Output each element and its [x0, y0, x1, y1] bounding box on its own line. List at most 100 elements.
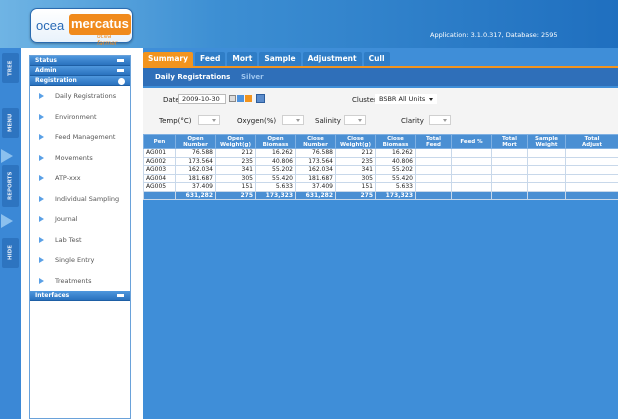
table-cell[interactable] — [565, 182, 618, 192]
salinity-select[interactable] — [344, 115, 366, 125]
tab-sample[interactable]: Sample — [259, 52, 301, 66]
column-header[interactable]: Sample Weight — [527, 134, 566, 149]
date-input[interactable]: 2009-10-30 — [178, 94, 226, 104]
column-header[interactable]: Pen — [143, 134, 176, 149]
table-cell[interactable]: 341 — [215, 165, 256, 175]
table-row[interactable]: AG003 162.034 341 55.202 162.034 341 55.202 — [143, 165, 618, 175]
table-cell[interactable] — [491, 182, 528, 192]
table-cell[interactable] — [415, 173, 452, 183]
table-cell[interactable]: 162.034 — [175, 165, 216, 175]
table-cell[interactable] — [527, 156, 566, 166]
table-cell[interactable]: 37.409 — [175, 182, 216, 192]
sidebar-item-treatments[interactable]: Treatments — [30, 271, 130, 292]
clarity-select[interactable] — [429, 115, 451, 125]
table-cell[interactable]: 151 — [215, 182, 256, 192]
calendar-today-icon[interactable] — [245, 95, 252, 102]
table-cell[interactable]: 76.588 — [175, 148, 216, 158]
table-cell[interactable]: 16.262 — [255, 148, 296, 158]
collapse-icon[interactable] — [117, 59, 124, 62]
sidebar-item-daily-registrations[interactable]: Daily Registrations — [30, 86, 130, 107]
collapse-icon[interactable] — [117, 294, 124, 297]
table-cell[interactable] — [491, 173, 528, 183]
sidebar-item-atp[interactable]: ATP-xxx — [30, 168, 130, 189]
column-header[interactable]: Close Weight(g) — [335, 134, 376, 149]
table-cell[interactable] — [565, 173, 618, 183]
calendar-nav-icon[interactable] — [237, 95, 244, 102]
table-cell[interactable]: 5.633 — [375, 182, 416, 192]
table-cell[interactable] — [565, 156, 618, 166]
column-header[interactable]: Feed % — [451, 134, 492, 149]
column-header[interactable]: Total Mort — [491, 134, 528, 149]
table-cell[interactable] — [415, 148, 452, 158]
table-cell[interactable]: 305 — [215, 173, 256, 183]
sidebar-section-admin[interactable]: Admin — [30, 66, 130, 76]
table-cell[interactable]: 173.564 — [295, 156, 336, 166]
table-cell[interactable] — [415, 165, 452, 175]
table-cell[interactable] — [451, 165, 492, 175]
table-cell[interactable]: 173.564 — [175, 156, 216, 166]
table-cell[interactable] — [451, 182, 492, 192]
table-cell[interactable]: 305 — [335, 173, 376, 183]
table-cell[interactable] — [527, 165, 566, 175]
table-cell[interactable]: 55.202 — [375, 165, 416, 175]
table-cell[interactable] — [491, 165, 528, 175]
column-header[interactable]: Total Feed — [415, 134, 452, 149]
column-header[interactable]: Open Number — [175, 134, 216, 149]
table-cell[interactable]: 162.034 — [295, 165, 336, 175]
sidebar-item-lab-test[interactable]: Lab Test — [30, 230, 130, 251]
collapse-icon[interactable] — [117, 69, 124, 72]
calendar-icon[interactable] — [256, 94, 265, 103]
table-cell[interactable] — [415, 156, 452, 166]
calendar-clear-icon[interactable] — [229, 95, 236, 102]
table-cell[interactable] — [527, 173, 566, 183]
sidebar-item-movements[interactable]: Movements — [30, 148, 130, 169]
sidebar-item-single-entry[interactable]: Single Entry — [30, 250, 130, 271]
reports-tab[interactable]: REPORTS — [2, 165, 19, 207]
tab-feed[interactable]: Feed — [195, 52, 226, 66]
table-cell[interactable]: 76.588 — [295, 148, 336, 158]
table-row[interactable]: AG005 37.409 151 5.633 37.409 151 5.633 — [143, 182, 618, 192]
table-cell[interactable]: 181.687 — [175, 173, 216, 183]
sidebar-item-journal[interactable]: Journal — [30, 209, 130, 230]
table-row[interactable]: AG001 76.588 212 16.262 76.588 212 16.262 — [143, 148, 618, 158]
table-cell[interactable] — [451, 156, 492, 166]
table-cell[interactable]: 235 — [335, 156, 376, 166]
sidebar-section-status[interactable]: Status — [30, 56, 130, 66]
table-cell[interactable]: 151 — [335, 182, 376, 192]
table-cell[interactable] — [565, 148, 618, 158]
table-cell[interactable]: 341 — [335, 165, 376, 175]
table-cell[interactable]: 5.633 — [255, 182, 296, 192]
table-cell[interactable]: 40.806 — [375, 156, 416, 166]
table-cell[interactable] — [527, 148, 566, 158]
table-cell[interactable]: 55.202 — [255, 165, 296, 175]
sidebar-item-environment[interactable]: Environment — [30, 107, 130, 128]
table-cell[interactable]: 212 — [335, 148, 376, 158]
cluster-select[interactable]: BSBR All Units — [375, 94, 437, 104]
table-cell[interactable]: 16.262 — [375, 148, 416, 158]
sidebar-item-individual-sampling[interactable]: Individual Sampling — [30, 189, 130, 210]
tab-summary[interactable]: Summary — [143, 52, 194, 66]
menu-tab[interactable]: MENU — [2, 108, 19, 138]
table-cell[interactable] — [565, 165, 618, 175]
column-header[interactable]: Open Weight(g) — [215, 134, 256, 149]
sidebar-item-feed-management[interactable]: Feed Management — [30, 127, 130, 148]
table-cell[interactable]: 212 — [215, 148, 256, 158]
tab-mort[interactable]: Mort — [227, 52, 258, 66]
tab-cull[interactable]: Cull — [363, 52, 390, 66]
temp-select[interactable] — [198, 115, 220, 125]
table-cell[interactable]: 181.687 — [295, 173, 336, 183]
hide-tab[interactable]: HIDE — [2, 238, 19, 268]
table-cell[interactable] — [415, 182, 452, 192]
subtab-daily-registrations[interactable]: Daily Registrations — [155, 73, 230, 81]
reports-arrow-icon[interactable] — [1, 214, 13, 228]
subtab-silver[interactable]: Silver — [241, 73, 264, 81]
table-cell[interactable]: 37.409 — [295, 182, 336, 192]
menu-arrow-icon[interactable] — [1, 149, 13, 163]
column-header[interactable]: Open Biomass — [255, 134, 296, 149]
table-cell[interactable] — [491, 148, 528, 158]
column-header[interactable]: Total Adjust — [565, 134, 618, 149]
table-cell[interactable]: 55.420 — [255, 173, 296, 183]
table-cell[interactable] — [527, 182, 566, 192]
tab-adjustment[interactable]: Adjustment — [302, 52, 362, 66]
oxygen-select[interactable] — [282, 115, 304, 125]
